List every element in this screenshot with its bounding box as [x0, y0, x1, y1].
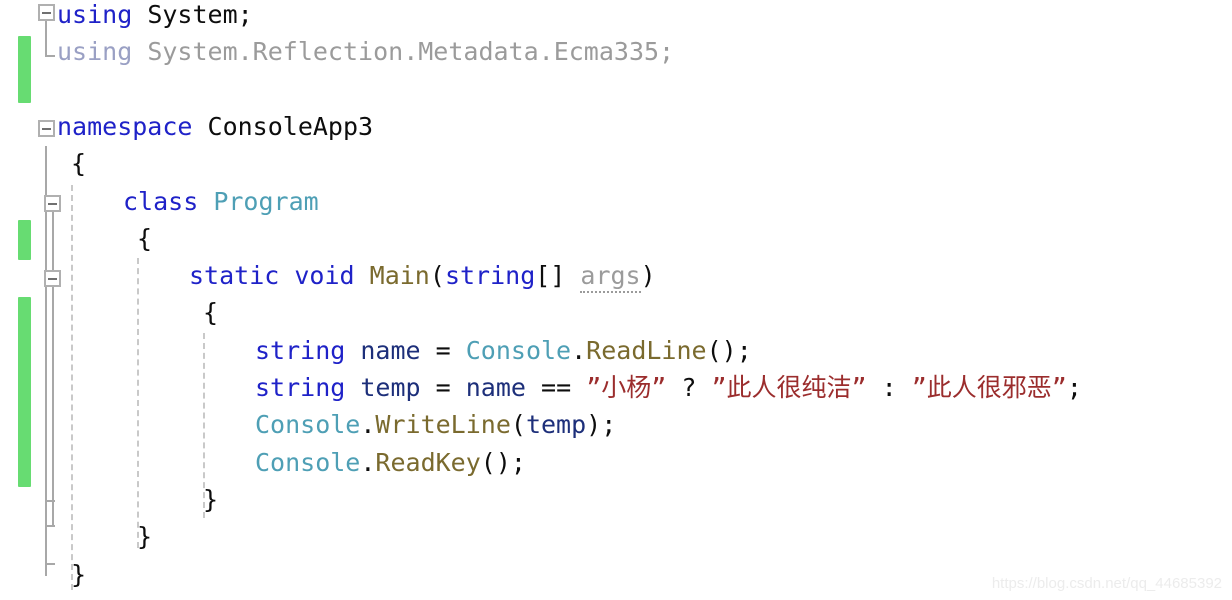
- line-main-signature-token-4: Main: [369, 261, 430, 291]
- line-class-program-token-2: Program: [213, 186, 319, 216]
- line-main-open-brace-token-0: {: [203, 298, 219, 328]
- line-read-name-token-6: ReadLine: [586, 335, 707, 365]
- line-writeline-temp-token-1: .: [360, 410, 376, 440]
- change-bar-class-region: [18, 220, 31, 260]
- line-using-system-token-0: using: [57, 0, 133, 29]
- indent-guide-level-2: [137, 258, 139, 548]
- line-read-name-token-0: string: [255, 335, 346, 365]
- line-readkey-token-2: ReadKey: [375, 447, 481, 477]
- line-ternary-temp-token-3: =: [420, 373, 466, 402]
- line-main-signature-token-9: ): [640, 261, 656, 291]
- line-main-close-brace: }: [203, 485, 218, 515]
- line-main-open-brace: {: [203, 298, 218, 328]
- line-writeline-temp-token-2: WriteLine: [375, 410, 511, 440]
- line-namespace-open-brace: {: [71, 149, 86, 179]
- outline-line-main: [52, 286, 54, 501]
- line-ternary-temp-token-10: ”此人很邪恶”: [911, 373, 1067, 402]
- line-namespace-close-brace: }: [71, 560, 86, 590]
- line-read-name-token-2: name: [360, 335, 421, 365]
- line-read-name-token-5: .: [571, 335, 587, 365]
- line-ternary-temp-token-2: temp: [360, 373, 421, 402]
- line-ternary-temp-token-11: ;: [1066, 373, 1082, 402]
- line-writeline-temp-token-4: temp: [525, 410, 587, 440]
- outline-tick-using-end: [45, 55, 55, 57]
- line-readkey: Console.ReadKey();: [255, 448, 526, 478]
- line-read-name-token-3: =: [420, 335, 466, 365]
- line-main-signature-token-1: [279, 261, 294, 290]
- line-using-reflection-token-0: using: [57, 37, 133, 67]
- collapse-class-block-icon[interactable]: [44, 195, 61, 212]
- line-ternary-temp-token-5: ==: [525, 373, 587, 402]
- line-main-signature-token-7: []: [535, 261, 581, 291]
- collapse-using-block-icon[interactable]: [38, 4, 55, 21]
- line-namespace-close-brace-token-0: }: [71, 559, 87, 589]
- line-class-program: class Program: [123, 187, 319, 217]
- line-writeline-temp-token-5: );: [586, 410, 617, 440]
- line-read-name-token-4: Console: [465, 335, 572, 365]
- line-main-close-brace-token-0: }: [203, 484, 219, 514]
- line-readkey-token-3: ();: [480, 447, 526, 477]
- line-readkey-token-1: .: [360, 447, 376, 477]
- line-using-reflection-token-1: System.Reflection.Metadata.Ecma335;: [132, 37, 675, 67]
- line-ternary-temp-token-6: ”小杨”: [586, 373, 667, 402]
- outline-tick-class-end: [45, 525, 55, 527]
- line-class-program-token-0: class: [123, 186, 199, 216]
- line-class-open-brace: {: [137, 224, 152, 254]
- line-class-close-brace: }: [137, 522, 152, 552]
- outline-tick-namespace-end: [45, 563, 55, 565]
- line-namespace: namespace ConsoleApp3: [57, 112, 373, 142]
- collapse-namespace-block-icon[interactable]: [38, 120, 55, 137]
- line-read-name-token-7: ();: [706, 335, 752, 365]
- line-writeline-temp-token-0: Console: [255, 410, 361, 440]
- line-read-name: string name = Console.ReadLine();: [255, 336, 752, 366]
- line-main-signature-token-6: string: [444, 261, 536, 291]
- line-main-signature-token-5: (: [429, 261, 445, 291]
- change-bar-using-region: [18, 36, 31, 103]
- watermark-url: https://blog.csdn.net/qq_44685392: [991, 575, 1222, 592]
- line-class-close-brace-token-0: }: [137, 522, 153, 552]
- line-ternary-temp-token-4: name: [465, 373, 526, 402]
- line-ternary-temp-token-1: [345, 373, 360, 402]
- line-main-signature-token-8: args: [580, 261, 641, 294]
- line-main-signature-token-3: [355, 261, 370, 290]
- line-ternary-temp-token-8: ”此人很纯洁”: [711, 373, 867, 402]
- indent-guide-level-1: [71, 185, 73, 590]
- line-main-signature: static void Main(string[] args): [189, 261, 656, 294]
- change-bar-main-region: [18, 297, 31, 487]
- line-main-signature-token-2: void: [294, 261, 355, 291]
- line-ternary-temp-token-9: :: [866, 373, 912, 402]
- line-readkey-token-0: Console: [255, 447, 361, 477]
- line-main-signature-token-0: static: [189, 261, 280, 291]
- outline-tick-main-end: [45, 500, 55, 502]
- code-editor-surface[interactable]: using System; using System.Reflection.Met…: [0, 0, 1232, 600]
- outline-line-using: [45, 21, 47, 56]
- line-ternary-temp: string temp = name == ”小杨” ? ”此人很纯洁” : ”…: [255, 373, 1082, 403]
- line-writeline-temp-token-3: (: [510, 410, 526, 440]
- line-namespace-open-brace-token-0: {: [71, 149, 87, 179]
- line-class-open-brace-token-0: {: [137, 223, 153, 253]
- line-read-name-token-1: [345, 336, 360, 365]
- line-class-program-token-1: [198, 187, 213, 216]
- line-namespace-token-0: namespace: [57, 111, 193, 141]
- line-ternary-temp-token-7: ?: [666, 373, 712, 402]
- line-writeline-temp: Console.WriteLine(temp);: [255, 410, 616, 440]
- line-using-system: using System;: [57, 0, 253, 30]
- line-using-reflection: using System.Reflection.Metadata.Ecma335…: [57, 37, 674, 67]
- collapse-main-method-block-icon[interactable]: [44, 270, 61, 287]
- line-namespace-token-1: ConsoleApp3: [192, 111, 374, 141]
- line-using-system-token-1: System;: [132, 0, 253, 29]
- line-ternary-temp-token-0: string: [255, 373, 346, 402]
